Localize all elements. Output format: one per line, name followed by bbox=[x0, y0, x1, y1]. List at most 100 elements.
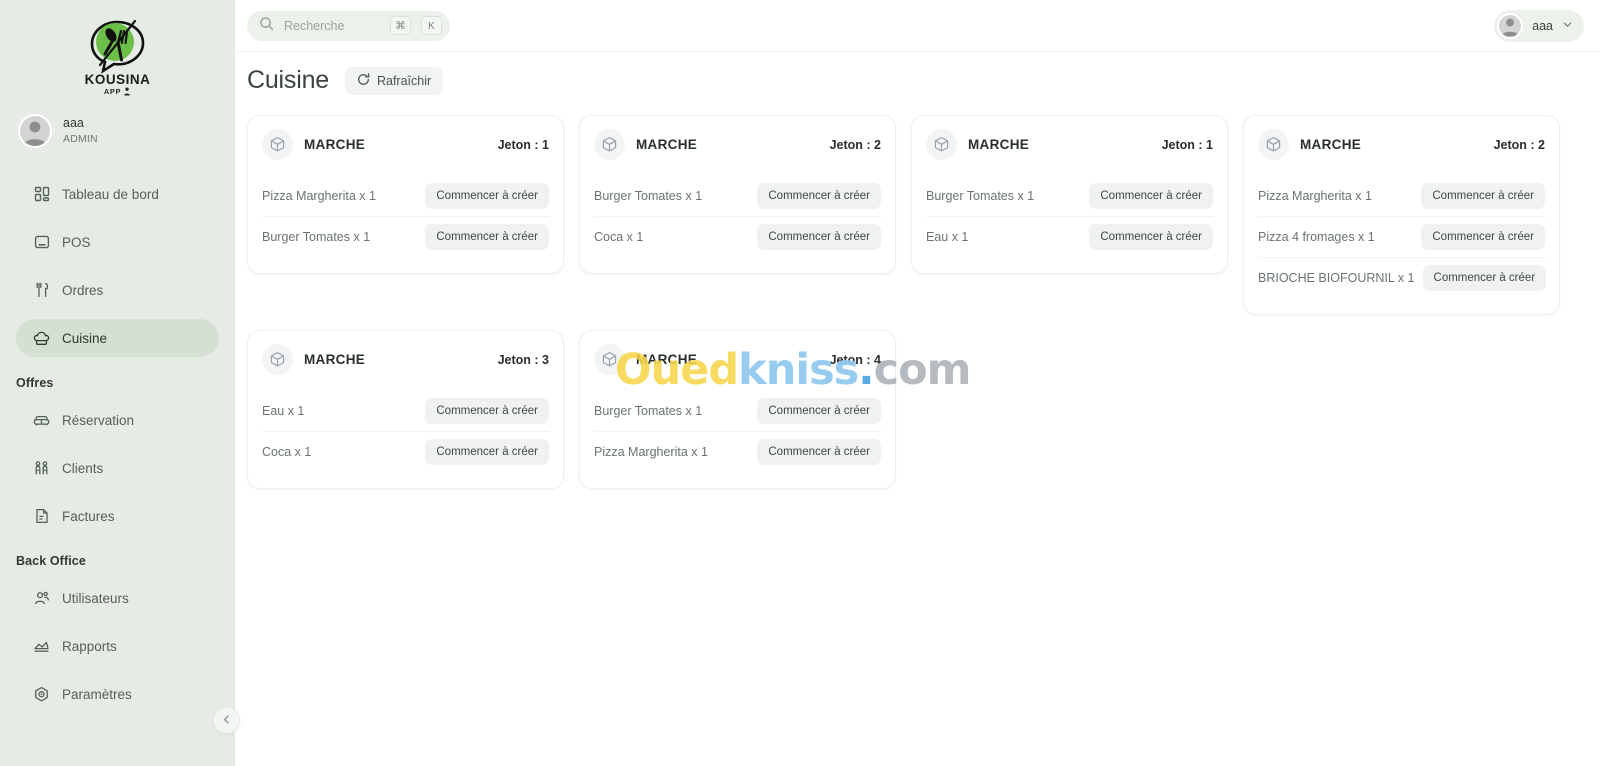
order-token-badge: Jeton : 2 bbox=[1493, 137, 1545, 152]
sidebar-item-parametres[interactable]: Paramètres bbox=[16, 675, 219, 713]
order-card-header: MARCHE Jeton : 2 bbox=[1258, 129, 1545, 160]
start-cooking-button[interactable]: Commencer à créer bbox=[757, 398, 881, 424]
order-line: BRIOCHE BIOFOURNIL x 1 Commencer à créer bbox=[1258, 257, 1547, 298]
sidebar-collapse-button[interactable] bbox=[213, 707, 240, 734]
start-cooking-button[interactable]: Commencer à créer bbox=[757, 439, 881, 465]
order-card-title: MARCHE bbox=[304, 137, 366, 152]
sidebar-item-clients[interactable]: Clients bbox=[16, 449, 219, 487]
avatar bbox=[18, 114, 52, 148]
order-line-label: Burger Tomates x 1 bbox=[594, 189, 703, 203]
profile-name: aaa bbox=[63, 116, 84, 131]
start-cooking-button[interactable]: Commencer à créer bbox=[1421, 224, 1545, 250]
order-card: MARCHE Jeton : 1 Pizza Margherita x 1 Comme… bbox=[247, 115, 564, 274]
order-card-header-left: MARCHE bbox=[594, 129, 697, 160]
users-icon bbox=[33, 460, 50, 477]
order-line-label: Burger Tomates x 1 bbox=[262, 230, 371, 244]
user-menu[interactable]: aaa bbox=[1494, 9, 1584, 42]
sidebar-item-rapports[interactable]: Rapports bbox=[16, 627, 219, 665]
sidebar-item-label: Utilisateurs bbox=[62, 590, 129, 606]
chevron-down-icon bbox=[1562, 17, 1573, 35]
start-cooking-button[interactable]: Commencer à créer bbox=[1089, 183, 1213, 209]
start-cooking-button[interactable]: Commencer à créer bbox=[1089, 224, 1213, 250]
start-cooking-button[interactable]: Commencer à créer bbox=[1422, 265, 1547, 291]
dashboard-icon bbox=[33, 186, 50, 203]
sidebar-section-offres: Offres bbox=[16, 376, 54, 390]
order-token-badge: Jeton : 4 bbox=[829, 352, 881, 367]
settings-icon bbox=[33, 686, 50, 703]
sidebar-item-label: Cuisine bbox=[62, 330, 108, 346]
order-line: Coca x 1 Commencer à créer bbox=[262, 431, 549, 472]
package-icon bbox=[594, 129, 625, 160]
start-cooking-button[interactable]: Commencer à créer bbox=[1421, 183, 1545, 209]
order-line: Burger Tomates x 1 Commencer à créer bbox=[594, 391, 881, 431]
pos-icon bbox=[33, 234, 50, 251]
order-line-label: Pizza Margherita x 1 bbox=[262, 189, 376, 203]
order-card: MARCHE Jeton : 4 Burger Tomates x 1 Commenc… bbox=[579, 330, 896, 489]
start-cooking-button[interactable]: Commencer à créer bbox=[425, 439, 549, 465]
order-card: MARCHE Jeton : 1 Burger Tomates x 1 Commenc… bbox=[911, 115, 1228, 274]
sidebar-profile[interactable]: aaa ADMIN bbox=[0, 100, 235, 148]
order-card-header: MARCHE Jeton : 1 bbox=[926, 129, 1213, 160]
order-line-label: Pizza Margherita x 1 bbox=[1258, 189, 1372, 203]
sidebar-section-back-office: Back Office bbox=[16, 554, 86, 568]
order-card-title: MARCHE bbox=[968, 137, 1030, 152]
start-cooking-button[interactable]: Commencer à créer bbox=[757, 224, 881, 250]
sofa-icon bbox=[33, 412, 50, 429]
kousina-logo-icon bbox=[87, 18, 149, 74]
start-cooking-button[interactable]: Commencer à créer bbox=[425, 224, 549, 250]
sidebar-item-label: Paramètres bbox=[62, 686, 132, 702]
order-line-label: Pizza Margherita x 1 bbox=[594, 445, 708, 459]
order-line-label: Coca x 1 bbox=[262, 445, 312, 459]
brand-name: KOUSINA bbox=[84, 72, 151, 87]
order-line: Coca x 1 Commencer à créer bbox=[594, 216, 881, 257]
order-card-header: MARCHE Jeton : 3 bbox=[262, 344, 549, 375]
start-cooking-button[interactable]: Commencer à créer bbox=[757, 183, 881, 209]
order-token-badge: Jeton : 2 bbox=[829, 137, 881, 152]
sidebar-item-factures[interactable]: Factures bbox=[16, 497, 219, 535]
sidebar-item-label: Réservation bbox=[62, 412, 135, 428]
avatar bbox=[1497, 12, 1524, 39]
order-card-header: MARCHE Jeton : 1 bbox=[262, 129, 549, 160]
brand-sub-label: APP bbox=[103, 87, 122, 96]
sidebar-item-pos[interactable]: POS bbox=[16, 223, 219, 261]
order-card-title: MARCHE bbox=[636, 352, 698, 367]
package-icon bbox=[1258, 129, 1289, 160]
kbd-k: K bbox=[421, 16, 442, 35]
sidebar-item-label: Clients bbox=[62, 460, 104, 476]
chart-icon bbox=[33, 638, 50, 655]
order-card-header-left: MARCHE bbox=[594, 344, 697, 375]
user-group-icon bbox=[33, 590, 50, 607]
profile-role: ADMIN bbox=[63, 132, 98, 145]
refresh-icon bbox=[357, 72, 370, 89]
order-card-grid: MARCHE Jeton : 1 Pizza Margherita x 1 Comme… bbox=[235, 95, 1600, 489]
sidebar-item-utilisateurs[interactable]: Utilisateurs bbox=[16, 579, 219, 617]
order-card-title: MARCHE bbox=[1300, 137, 1362, 152]
start-cooking-button[interactable]: Commencer à créer bbox=[425, 398, 549, 424]
package-icon bbox=[926, 129, 957, 160]
main-content: Recherche ⌘ K aaa Cuisine Rafraîchir MAR… bbox=[235, 0, 1600, 766]
sidebar-item-label: Factures bbox=[62, 508, 115, 524]
order-line: Burger Tomates x 1 Commencer à créer bbox=[594, 176, 881, 216]
sidebar-item-label: Ordres bbox=[62, 282, 104, 298]
topbar: Recherche ⌘ K aaa bbox=[235, 0, 1600, 52]
kbd-cmd: ⌘ bbox=[390, 16, 411, 35]
order-line: Pizza 4 fromages x 1 Commencer à créer bbox=[1258, 216, 1545, 257]
order-card-header-left: MARCHE bbox=[262, 344, 365, 375]
order-line-label: Coca x 1 bbox=[594, 230, 644, 244]
order-card-header-left: MARCHE bbox=[262, 129, 365, 160]
start-cooking-button[interactable]: Commencer à créer bbox=[425, 183, 549, 209]
refresh-button[interactable]: Rafraîchir bbox=[344, 66, 444, 95]
brand-logo[interactable]: KOUSINA APP bbox=[0, 12, 235, 100]
page-title: Cuisine bbox=[247, 66, 329, 94]
user-menu-label: aaa bbox=[1532, 18, 1553, 33]
sidebar-item-ordres[interactable]: Ordres bbox=[16, 271, 219, 309]
order-card-header-left: MARCHE bbox=[926, 129, 1029, 160]
order-line: Eau x 1 Commencer à créer bbox=[262, 391, 549, 431]
order-card-header: MARCHE Jeton : 2 bbox=[594, 129, 881, 160]
search-input[interactable]: Recherche ⌘ K bbox=[247, 10, 450, 41]
sidebar-item-cuisine[interactable]: Cuisine bbox=[16, 319, 219, 357]
cutlery-icon bbox=[33, 282, 50, 299]
sidebar-item-reservation[interactable]: Réservation bbox=[16, 401, 219, 439]
sidebar-item-tableau-de-bord[interactable]: Tableau de bord bbox=[16, 175, 219, 213]
order-token-badge: Jeton : 1 bbox=[497, 137, 549, 152]
